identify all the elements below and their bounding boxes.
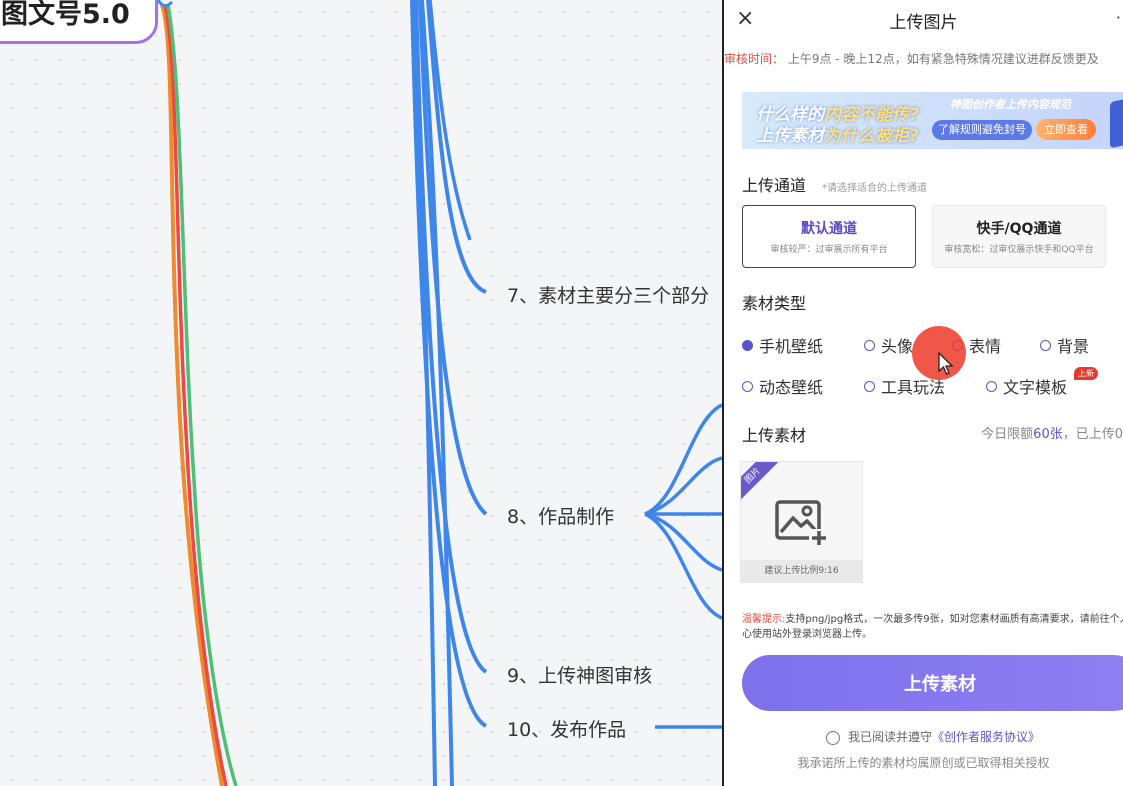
channel-section-title: 上传通道 [742,176,807,195]
daily-quota: 今日限额60张，已上传0 [981,423,1123,442]
node-label: 10、发布作品 [507,719,627,741]
quota-pre: 今日限额 [981,427,1034,442]
channel-subtitle: 审核宽松：过审仅展示快手和QQ平台 [944,245,1094,255]
node-label: 9、上传神图审核 [507,665,653,687]
notice-label: 审核时间： [724,52,785,66]
agree-text: 我已阅读并遵守 [848,730,933,744]
radio-dot-icon [742,340,753,351]
upload-material-button[interactable]: 上传素材 [742,655,1123,711]
mouse-cursor-icon [938,352,954,375]
quota-number: 60张 [1033,427,1063,442]
book-icon [1110,93,1123,149]
ratio-hint: 建议上传比例9:16 [741,560,862,582]
mindmap-node-10[interactable]: 10、发布作品 [507,715,626,742]
upload-section-title: 上传素材 [742,426,807,445]
banner-line-2: 上传素材为什么被拒? [756,121,919,146]
channel-section-hint: *请选择适合的上传通道 [822,183,927,194]
view-now-button[interactable]: 立即查看 [1036,119,1096,140]
banner-line-2-pre: 上传素材 [756,126,824,146]
radio-label: 动态壁纸 [759,378,824,397]
panel-title: 上传图片 [889,13,958,33]
radio-dot-icon [1040,340,1051,351]
node-label: 7、素材主要分三个部分 [507,285,710,307]
creator-agreement-link[interactable]: 《创作者服务协议》 [932,730,1040,744]
channel-subtitle: 审核较严：过审展示所有平台 [770,245,888,255]
banner-line-2-highlight: 为什么被拒? [824,126,919,146]
mindmap-node-9[interactable]: 9、上传神图审核 [507,661,652,688]
radio-dot-icon [864,381,875,392]
banner-rule-tip: 了解规则避免封号 [932,120,1032,140]
branch-blue-root [156,0,174,8]
new-badge: 上新 [1074,367,1098,380]
banner-rule-title: 神图创作者上传内容规范 [950,98,1071,111]
quota-post: ，已上传0 [1062,427,1123,442]
mindmap-node-8[interactable]: 8、作品制作 [507,502,614,529]
radio-label: 工具玩法 [881,378,946,397]
checkbox-icon [826,730,840,745]
node-label: 8、作品制作 [507,506,615,528]
mindmap-node-7[interactable]: 7、素材主要分三个部分 [507,281,709,308]
radio-dot-icon [742,381,753,392]
more-icon[interactable]: · [1116,8,1121,27]
type-radio-text-template[interactable]: 文字模板 [986,374,1067,398]
root-node-label: 图文号5.0 [1,0,130,30]
mindmap-canvas[interactable]: 图文号5.0 7、素材主要分三个部分 8、作品制作 9、上传神图审核 10、发布… [0,0,722,786]
review-time-notice: 审核时间： 上午9点 - 晚上12点，如有紧急特殊情况建议进群反馈更及 [724,50,1123,67]
upload-tip: 温馨提示:支持png/jpg格式，一次最多传9张，如对您素材画质有高清要求，请前… [742,612,1123,642]
radio-label: 表情 [969,337,1002,356]
add-image-icon [775,500,829,546]
type-radio-live-wallpaper[interactable]: 动态壁纸 [742,374,823,398]
radio-dot-icon [986,381,997,392]
radio-label: 文字模板 [1003,378,1068,397]
upload-image-panel: × 上传图片 · 审核时间： 上午9点 - 晚上12点，如有紧急特殊情况建议进群… [722,0,1123,786]
radio-label: 手机壁纸 [759,337,824,356]
type-radio-phone-wallpaper[interactable]: 手机壁纸 [742,333,823,357]
radio-label: 头像 [881,337,914,356]
default-channel-option[interactable]: 默认通道 审核较严：过审展示所有平台 [742,205,916,268]
radio-label: 背景 [1057,337,1090,356]
originality-promise: 我承诺所上传的素材均属原创或已取得相关授权 [797,756,1050,770]
add-image-tile[interactable]: 图片 建议上传比例9:16 [740,461,863,583]
channel-title: 默认通道 [801,221,857,237]
kuaishou-qq-channel-option[interactable]: 快手/QQ通道 审核宽松：过审仅展示快手和QQ平台 [932,205,1106,268]
type-radio-avatar[interactable]: 头像 [864,333,913,357]
channel-title: 快手/QQ通道 [976,221,1062,237]
branch-red [163,4,228,786]
panel-header: × 上传图片 · [724,0,1123,38]
branch-8-fan-1 [644,403,722,516]
rules-banner[interactable]: 什么样的内容不能传? 上传素材为什么被拒? 神图创作者上传内容规范 了解规则避免… [742,92,1123,149]
tip-label: 温馨提示: [742,614,786,625]
type-radio-background[interactable]: 背景 [1040,333,1089,357]
agreement-checkbox[interactable]: 我已阅读并遵守《创作者服务协议》 [826,728,1040,745]
mindmap-root-node[interactable]: 图文号5.0 [0,0,158,44]
radio-dot-icon [864,340,875,351]
type-section-title: 素材类型 [742,294,807,313]
tip-text: 支持png/jpg格式，一次最多传9张，如对您素材画质有高清要求，请前往个人中心… [742,614,1123,640]
notice-text: 上午9点 - 晚上12点，如有紧急特殊情况建议进群反馈更及 [787,52,1099,66]
